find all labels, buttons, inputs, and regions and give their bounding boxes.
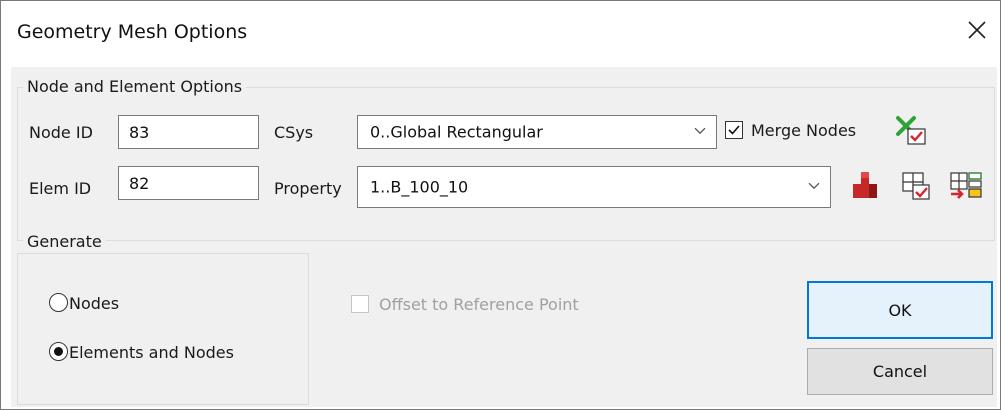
elements-and-nodes-radio[interactable] bbox=[49, 342, 68, 361]
elements-and-nodes-label: Elements and Nodes bbox=[69, 343, 234, 362]
generate-group-label: Generate bbox=[23, 232, 106, 251]
node-id-label: Node ID bbox=[29, 123, 93, 142]
checkmark-icon bbox=[728, 125, 740, 135]
node-id-field[interactable] bbox=[118, 115, 259, 149]
csys-label: CSys bbox=[274, 123, 314, 142]
title-bar: Geometry Mesh Options bbox=[1, 1, 1000, 67]
csys-value: 0..Global Rectangular bbox=[370, 122, 543, 142]
elem-id-field[interactable] bbox=[118, 166, 259, 200]
select-elements-icon bbox=[902, 172, 930, 200]
close-button[interactable] bbox=[960, 13, 994, 47]
chevron-down-icon bbox=[808, 182, 820, 190]
close-icon bbox=[968, 21, 986, 39]
chevron-down-icon bbox=[694, 127, 706, 135]
merge-tolerance-icon bbox=[896, 116, 926, 145]
node-element-group-label: Node and Element Options bbox=[23, 77, 247, 96]
dialog-title: Geometry Mesh Options bbox=[17, 21, 248, 43]
cancel-button[interactable]: Cancel bbox=[807, 348, 993, 395]
nodes-radio[interactable] bbox=[49, 293, 68, 312]
element-options-button[interactable] bbox=[947, 167, 985, 205]
radio-selected-dot bbox=[54, 347, 63, 356]
dialog-window: Geometry Mesh Options Node and Element O… bbox=[0, 0, 1001, 410]
property-value: 1..B_100_10 bbox=[370, 177, 469, 197]
ok-button[interactable]: OK bbox=[807, 281, 993, 339]
node-element-group bbox=[17, 87, 995, 241]
merge-options-button[interactable] bbox=[893, 111, 931, 149]
property-dropdown[interactable]: 1..B_100_10 bbox=[357, 166, 831, 208]
dialog-content: Node and Element Options Node ID CSys 0.… bbox=[11, 67, 997, 407]
merge-nodes-label: Merge Nodes bbox=[751, 121, 857, 140]
solid-property-icon bbox=[853, 172, 877, 198]
property-label: Property bbox=[274, 179, 342, 198]
element-options-icon bbox=[950, 172, 982, 199]
new-property-button[interactable] bbox=[845, 167, 883, 205]
merge-nodes-checkbox[interactable] bbox=[725, 121, 743, 139]
offset-reference-checkbox bbox=[351, 295, 369, 313]
select-elements-button[interactable] bbox=[897, 167, 935, 205]
elem-id-label: Elem ID bbox=[29, 179, 92, 198]
csys-dropdown[interactable]: 0..Global Rectangular bbox=[357, 115, 717, 149]
offset-reference-label: Offset to Reference Point bbox=[379, 295, 579, 314]
generate-group bbox=[17, 253, 309, 405]
nodes-radio-label: Nodes bbox=[69, 294, 120, 313]
